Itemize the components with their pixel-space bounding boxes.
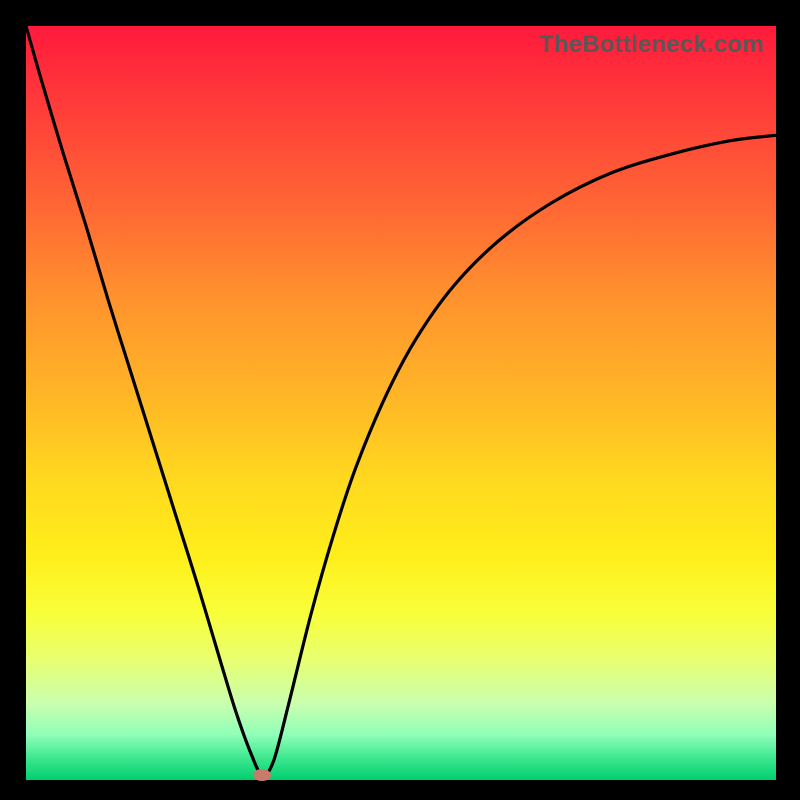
chart-plot-area: TheBottleneck.com <box>26 26 776 780</box>
bottleneck-curve <box>26 26 776 780</box>
